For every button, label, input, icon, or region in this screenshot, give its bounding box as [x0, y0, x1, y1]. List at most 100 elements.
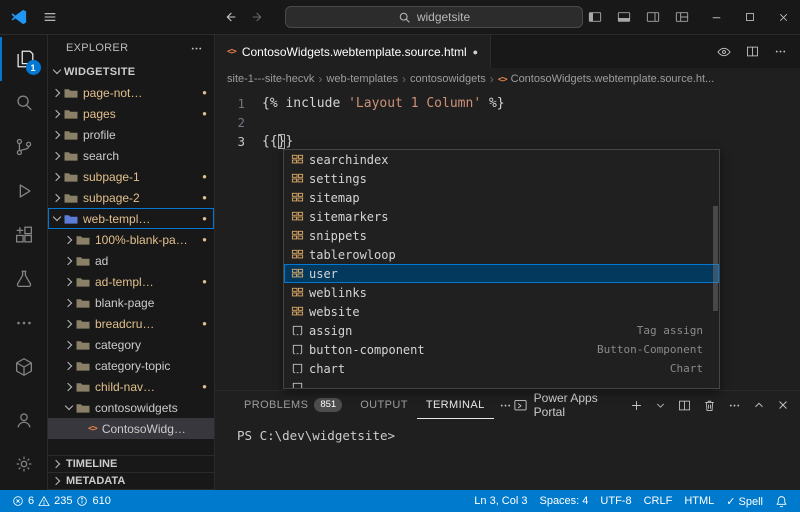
close-window-icon[interactable]	[777, 11, 790, 24]
explorer-view-icon[interactable]: 1	[0, 37, 48, 81]
customize-layout-icon[interactable]	[674, 9, 690, 25]
status-item[interactable]: Spaces: 4	[533, 495, 594, 507]
suggestion-item[interactable]: tablerowloop	[284, 245, 719, 264]
panel-tab-output[interactable]: OUTPUT	[351, 391, 417, 419]
unsaved-dot-icon[interactable]: ●	[473, 47, 478, 57]
tree-item[interactable]: blank-page	[48, 292, 214, 313]
preview-icon[interactable]	[716, 44, 732, 60]
close-panel-icon[interactable]	[776, 398, 790, 412]
back-arrow-icon[interactable]	[222, 9, 238, 25]
tree-item[interactable]: search	[48, 145, 214, 166]
chevron-right-icon[interactable]	[50, 107, 64, 121]
maximize-panel-icon[interactable]	[752, 398, 766, 412]
suggestion-item[interactable]: website	[284, 302, 719, 321]
more-views-icon[interactable]	[0, 301, 48, 345]
terminal-dropdown-chevron-icon[interactable]	[654, 399, 667, 412]
workspace-section-header[interactable]: WIDGETSITE	[48, 61, 214, 82]
notifications-bell[interactable]	[769, 490, 794, 512]
chevron-right-icon[interactable]	[62, 338, 76, 352]
panel-more-actions-icon[interactable]	[727, 398, 742, 413]
status-item[interactable]: HTML	[678, 495, 720, 507]
extensions-icon[interactable]	[0, 213, 48, 257]
suggestion-item[interactable]: button-component Button-Component	[284, 340, 719, 359]
suggestion-item[interactable]: assign Tag assign	[284, 321, 719, 340]
tree-item[interactable]: subpage-1 ●	[48, 166, 214, 187]
menu-icon[interactable]	[42, 9, 58, 25]
testing-icon[interactable]	[0, 257, 48, 301]
accounts-icon[interactable]	[0, 398, 48, 442]
status-item[interactable]: Ln 3, Col 3	[468, 495, 533, 507]
chevron-right-icon[interactable]	[50, 170, 64, 184]
tree-item[interactable]: web-templ… ●	[48, 208, 214, 229]
suggestion-item[interactable]: weblinks	[284, 283, 719, 302]
split-terminal-icon[interactable]	[677, 398, 692, 413]
chevron-down-icon[interactable]	[50, 212, 64, 226]
terminal-profile-select[interactable]: Power Apps Portal	[513, 391, 613, 419]
tree-item[interactable]: ad-templ… ●	[48, 271, 214, 292]
chevron-right-icon[interactable]	[62, 359, 76, 373]
suggestion-item[interactable]: sitemarkers	[284, 207, 719, 226]
suggestion-item[interactable]: sitemap	[284, 188, 719, 207]
panel-more-tabs-icon[interactable]	[498, 398, 513, 413]
tree-item[interactable]: profile	[48, 124, 214, 145]
suggestion-item[interactable]	[284, 378, 719, 388]
chevron-right-icon[interactable]	[62, 296, 76, 310]
metadata-section[interactable]: METADATA	[48, 473, 214, 490]
command-center-search[interactable]: widgetsite	[285, 6, 583, 28]
chevron-right-icon[interactable]	[62, 317, 76, 331]
suggestion-item[interactable]: settings	[284, 169, 719, 188]
tree-item[interactable]: <> ContosoWidg…	[48, 418, 214, 439]
breadcrumb-item[interactable]: site-1---site-hecvk	[227, 73, 314, 85]
status-item[interactable]: CRLF	[638, 495, 679, 507]
forward-arrow-icon[interactable]	[250, 9, 266, 25]
minimize-icon[interactable]	[710, 11, 723, 24]
timeline-section[interactable]: TIMELINE	[48, 456, 214, 473]
suggestion-item[interactable]: chart Chart	[284, 359, 719, 378]
breadcrumb-item[interactable]: contosowidgets	[410, 73, 486, 85]
panel-tab-terminal[interactable]: TERMINAL	[416, 391, 494, 419]
chevron-down-icon[interactable]	[62, 401, 76, 415]
source-control-icon[interactable]	[0, 125, 48, 169]
chevron-right-icon[interactable]	[50, 128, 64, 142]
power-platform-icon[interactable]	[0, 345, 48, 389]
breadcrumb-item[interactable]: web-templates	[326, 73, 398, 85]
maximize-icon[interactable]	[744, 11, 756, 23]
tree-item[interactable]: 100%-blank-pa… ●	[48, 229, 214, 250]
tree-item[interactable]: contosowidgets	[48, 397, 214, 418]
tree-item[interactable]: pages ●	[48, 103, 214, 124]
tree-item[interactable]: page-not… ●	[48, 82, 214, 103]
status-item[interactable]: ✓ Spell	[720, 495, 769, 508]
editor-more-actions-icon[interactable]	[773, 44, 788, 59]
status-item[interactable]: UTF-8	[594, 495, 637, 507]
chevron-right-icon[interactable]	[62, 380, 76, 394]
chevron-right-icon[interactable]	[50, 191, 64, 205]
chevron-right-icon[interactable]	[62, 233, 76, 247]
tree-item[interactable]: subpage-2 ●	[48, 187, 214, 208]
new-terminal-icon[interactable]	[629, 398, 644, 413]
chevron-right-icon[interactable]	[62, 275, 76, 289]
settings-gear-icon[interactable]	[0, 442, 48, 486]
tree-item[interactable]: category	[48, 334, 214, 355]
problems-status[interactable]: 6 235 610	[6, 490, 117, 512]
terminal-output[interactable]: PS C:\dev\widgetsite>	[215, 419, 800, 490]
run-debug-icon[interactable]	[0, 169, 48, 213]
toggle-secondary-sidebar-icon[interactable]	[645, 9, 661, 25]
toggle-panel-icon[interactable]	[616, 9, 632, 25]
tree-item[interactable]: ad	[48, 250, 214, 271]
toggle-sidebar-icon[interactable]	[587, 9, 603, 25]
suggestion-item[interactable]: searchindex	[284, 150, 719, 169]
editor-tab[interactable]: <> ContosoWidgets.webtemplate.source.htm…	[215, 35, 492, 68]
suggestion-item[interactable]: user	[284, 264, 719, 283]
kill-terminal-trash-icon[interactable]	[702, 398, 717, 413]
suggestion-item[interactable]: snippets	[284, 226, 719, 245]
search-view-icon[interactable]	[0, 81, 48, 125]
tree-item[interactable]: child-nav… ●	[48, 376, 214, 397]
panel-tab-problems[interactable]: PROBLEMS 851	[235, 391, 351, 419]
suggest-scrollbar[interactable]	[713, 206, 718, 311]
chevron-right-icon[interactable]	[50, 149, 64, 163]
explorer-more-actions-icon[interactable]	[189, 41, 204, 56]
chevron-right-icon[interactable]	[62, 254, 76, 268]
chevron-right-icon[interactable]	[50, 86, 64, 100]
tree-item[interactable]: breadcru… ●	[48, 313, 214, 334]
split-editor-icon[interactable]	[745, 44, 760, 59]
